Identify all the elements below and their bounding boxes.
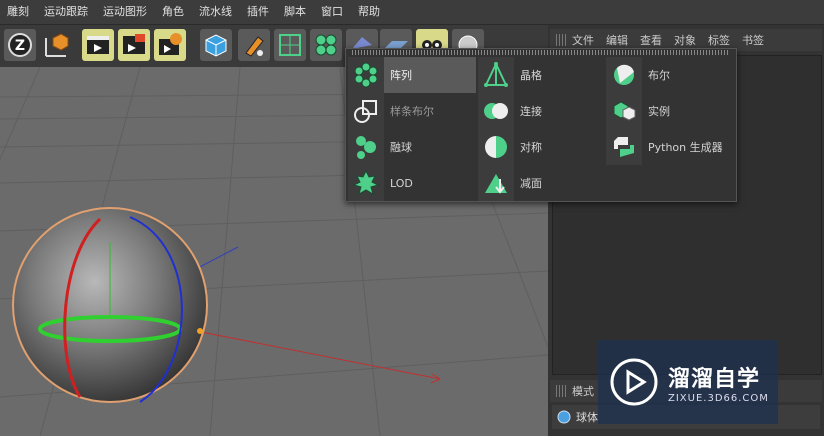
cube-icon (205, 34, 227, 57)
instance-icon (606, 93, 642, 129)
menu-sculpt[interactable]: 雕刻 (0, 0, 37, 24)
render-picture-icon (123, 34, 145, 54)
metaball-icon (348, 129, 384, 165)
cloner-button[interactable] (310, 29, 342, 61)
tab-bookmarks[interactable]: 书签 (742, 32, 764, 48)
menu-item-python-generator[interactable]: Python 生成器 (606, 129, 734, 165)
menu-item-label: 融球 (390, 141, 412, 154)
spline-boole-icon (348, 93, 384, 129)
menu-character[interactable]: 角色 (155, 0, 192, 24)
menu-item-lod[interactable]: LOD (348, 165, 476, 201)
symmetry-icon (478, 129, 514, 165)
panel-grip[interactable] (556, 34, 566, 46)
cloner-icon (315, 34, 337, 56)
svg-text:Z: Z (15, 38, 25, 54)
array-icon (348, 57, 384, 93)
subdivision-icon (279, 34, 301, 56)
menu-item-label: 样条布尔 (390, 105, 434, 118)
tab-edit[interactable]: 编辑 (606, 32, 628, 48)
menu-item-label: 阵列 (390, 69, 412, 82)
menu-item-label: 布尔 (648, 69, 670, 82)
menu-window[interactable]: 窗口 (314, 0, 351, 24)
sphere-icon (557, 410, 571, 424)
menu-item-boole[interactable]: 布尔 (606, 57, 734, 93)
object-name: 球体 (576, 411, 598, 424)
tab-view[interactable]: 查看 (640, 32, 662, 48)
menubar: 雕刻 运动跟踪 运动图形 角色 流水线 插件 脚本 窗口 帮助 (0, 0, 824, 25)
lod-icon (348, 165, 384, 201)
watermark-url: ZIXUE.3D66.COM (668, 392, 769, 404)
menu-pipeline[interactable]: 流水线 (192, 0, 240, 24)
python-generator-icon (606, 129, 642, 165)
menu-item-symmetry[interactable]: 对称 (478, 129, 606, 165)
axis-handle[interactable] (197, 328, 203, 334)
menu-item-label: 减面 (520, 177, 542, 190)
menu-script[interactable]: 脚本 (277, 0, 314, 24)
generator-dropdown-menu: 阵列 样条布尔 融球 LOD 晶格 连接 对称 减面 布尔 实例 Python … (345, 48, 737, 202)
menu-item-label: 晶格 (520, 69, 542, 82)
watermark-logo (610, 358, 658, 406)
menu-motion-tracking[interactable]: 运动跟踪 (37, 0, 96, 24)
menu-item-label: 对称 (520, 141, 542, 154)
attr-panel-grip[interactable] (556, 385, 566, 397)
tab-mode[interactable]: 模式 (572, 383, 594, 399)
polygon-reduction-icon (478, 165, 514, 201)
render-picture-button[interactable] (118, 29, 150, 61)
cube-button[interactable] (200, 29, 232, 61)
menu-item-instance[interactable]: 实例 (606, 93, 734, 129)
render-view-icon (87, 36, 109, 54)
menu-help[interactable]: 帮助 (351, 0, 388, 24)
atom-array-icon (478, 57, 514, 93)
render-settings-icon (159, 33, 182, 55)
axis-cube-icon (45, 33, 69, 57)
z-snap-button[interactable]: Z (4, 29, 36, 61)
subdivision-button[interactable] (274, 29, 306, 61)
menu-item-spline-boole[interactable]: 样条布尔 (348, 93, 476, 129)
pen-spline-button[interactable] (238, 29, 270, 61)
tab-tags[interactable]: 标签 (708, 32, 730, 48)
menu-item-label: 实例 (648, 105, 670, 118)
menu-mograph[interactable]: 运动图形 (96, 0, 155, 24)
pen-spline-icon (245, 36, 264, 57)
watermark-title: 溜溜自学 (668, 366, 761, 392)
menu-item-label: LOD (390, 176, 413, 190)
menu-item-atom-array[interactable]: 晶格 (478, 57, 606, 93)
menu-item-array[interactable]: 阵列 (348, 57, 476, 93)
connect-icon (478, 93, 514, 129)
menu-item-label: 连接 (520, 105, 542, 118)
render-settings-button[interactable] (154, 29, 186, 61)
dropdown-grip[interactable] (352, 50, 730, 55)
menu-item-label: Python 生成器 (648, 141, 723, 154)
axis-cube-button[interactable] (40, 29, 72, 61)
z-snap-icon: Z (8, 33, 32, 57)
render-view-button[interactable] (82, 29, 114, 61)
menu-plugins[interactable]: 插件 (240, 0, 277, 24)
menu-item-polygon-reduction[interactable]: 减面 (478, 165, 606, 201)
site-watermark: 溜溜自学 ZIXUE.3D66.COM (598, 340, 778, 424)
boole-icon (606, 57, 642, 93)
tab-file[interactable]: 文件 (572, 32, 594, 48)
menu-item-connect[interactable]: 连接 (478, 93, 606, 129)
tab-object[interactable]: 对象 (674, 32, 696, 48)
menu-item-metaball[interactable]: 融球 (348, 129, 476, 165)
